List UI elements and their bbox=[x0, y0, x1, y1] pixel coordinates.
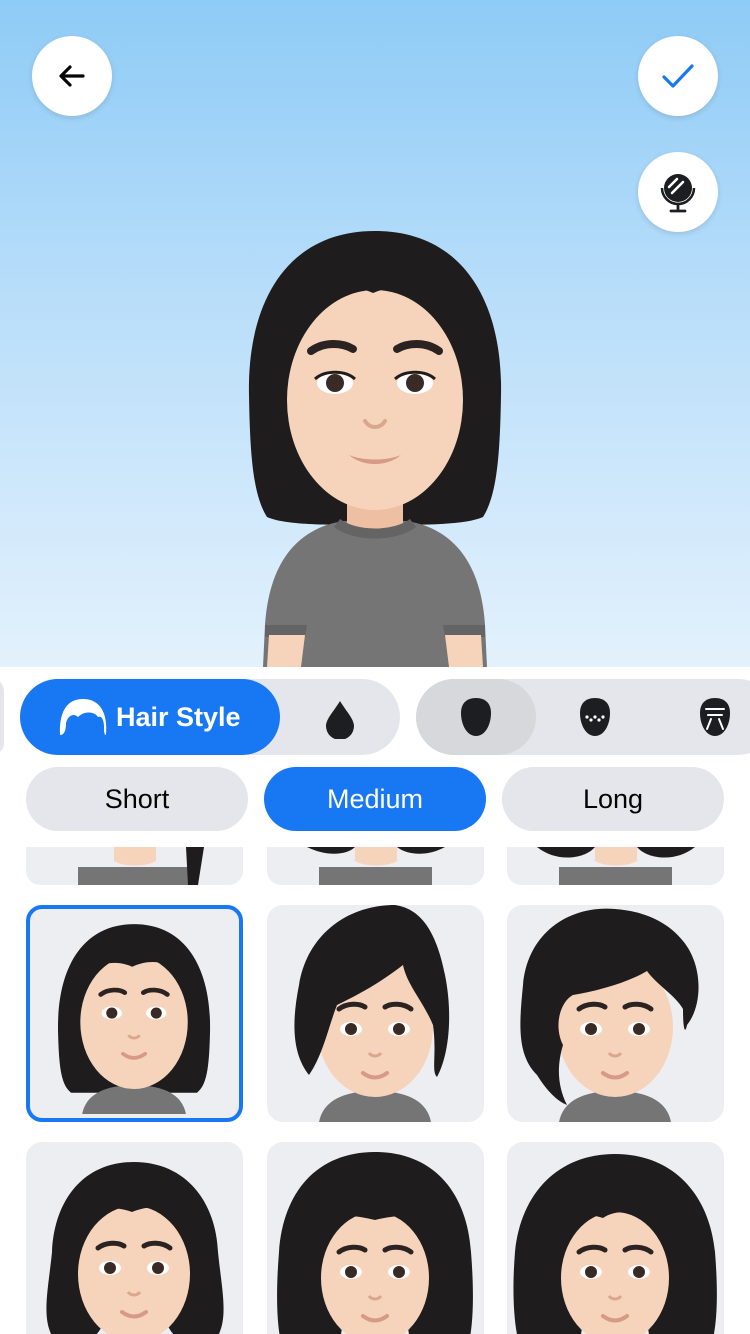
hair-style-option[interactable] bbox=[267, 1142, 484, 1334]
editor-panel: Hair Style Short Medium Long bbox=[0, 667, 750, 1334]
hair-style-option[interactable] bbox=[26, 1142, 243, 1334]
hair-style-thumbnail bbox=[277, 1152, 473, 1334]
hair-color-drop-icon bbox=[326, 701, 354, 740]
hair-style-thumbnail bbox=[57, 924, 211, 1114]
face-lines-icon bbox=[700, 698, 730, 736]
hair-style-thumbnail bbox=[513, 1154, 717, 1334]
tab-face-marks[interactable] bbox=[578, 697, 612, 742]
hair-style-option[interactable] bbox=[267, 847, 484, 885]
hair-style-option[interactable] bbox=[507, 847, 724, 885]
tab-face-lines[interactable] bbox=[698, 697, 732, 742]
subtab-short[interactable]: Short bbox=[26, 767, 248, 831]
hair-style-option[interactable] bbox=[267, 905, 484, 1122]
hair-style-option[interactable] bbox=[507, 905, 724, 1122]
category-bar: Hair Style bbox=[0, 679, 750, 755]
tab-hair-style-label: Hair Style bbox=[116, 701, 241, 732]
tab-hair-color[interactable] bbox=[322, 699, 358, 744]
hair-style-option[interactable] bbox=[507, 1142, 724, 1334]
subtab-long[interactable]: Long bbox=[502, 767, 724, 831]
tab-face-shape[interactable] bbox=[416, 679, 536, 755]
category-prev-edge[interactable] bbox=[0, 679, 4, 755]
mirror-icon bbox=[660, 174, 696, 213]
subtab-long-label: Long bbox=[582, 783, 644, 814]
hair-style-thumbnail bbox=[520, 908, 699, 1122]
back-button[interactable] bbox=[32, 36, 112, 116]
hair-style-thumbnail bbox=[294, 905, 450, 1122]
avatar-preview bbox=[0, 0, 750, 667]
subtab-medium[interactable]: Medium bbox=[264, 767, 486, 831]
tab-hair-style[interactable]: Hair Style bbox=[20, 679, 280, 755]
hair-style-thumbnail bbox=[46, 1162, 224, 1334]
checkmark-icon bbox=[662, 64, 694, 88]
confirm-button[interactable] bbox=[638, 36, 718, 116]
subtab-medium-label: Medium bbox=[326, 783, 424, 814]
hair-style-option[interactable] bbox=[26, 847, 243, 885]
hair-icon bbox=[59, 699, 107, 735]
subtab-short-label: Short bbox=[104, 783, 170, 814]
face-shape-icon bbox=[461, 698, 491, 736]
avatar-large bbox=[248, 231, 502, 667]
hair-style-option-selected[interactable] bbox=[26, 905, 243, 1122]
face-freckles-icon bbox=[580, 698, 610, 736]
arrow-left-icon bbox=[59, 65, 85, 87]
mirror-button[interactable] bbox=[638, 152, 718, 232]
